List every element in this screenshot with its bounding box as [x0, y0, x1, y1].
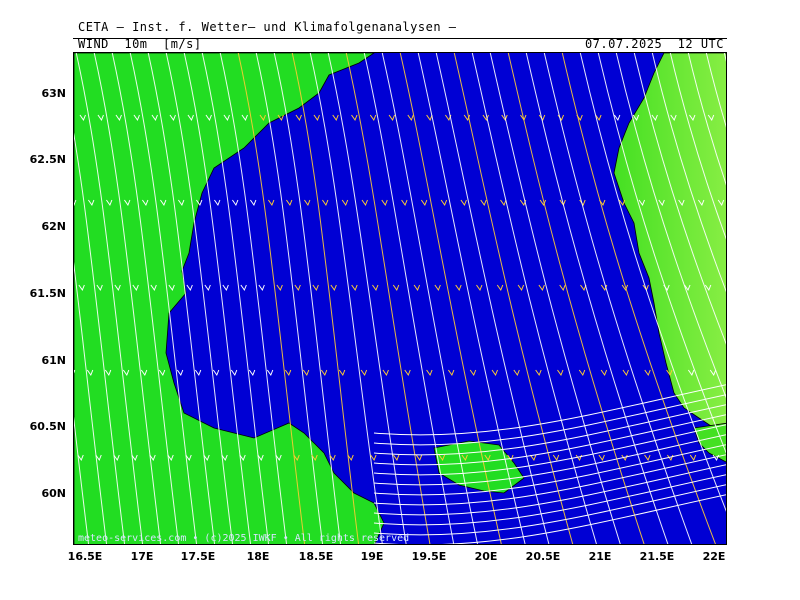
lon-label: 22E [702, 550, 726, 563]
lat-label: 62N [41, 220, 66, 233]
parameter-label: WIND 10m [m/s] [78, 37, 202, 51]
lat-label: 60.5N [29, 420, 66, 433]
lat-label: 61.5N [29, 287, 66, 300]
lon-label: 18.5E [298, 550, 334, 563]
lon-label: 16.5E [67, 550, 103, 563]
lon-label: 20E [474, 550, 498, 563]
lon-label: 19E [360, 550, 384, 563]
map-canvas [74, 53, 726, 544]
wind-map[interactable] [73, 52, 727, 545]
lat-label: 63N [41, 87, 66, 100]
map-title: CETA – Inst. f. Wetter– und Klimafolgena… [78, 20, 457, 34]
copyright-credit: meteo-services.com • (c)2025 IWKF • All … [78, 533, 410, 544]
lon-label: 20.5E [525, 550, 561, 563]
lon-label: 21.5E [639, 550, 675, 563]
lon-label: 18E [246, 550, 270, 563]
valid-time-label: 07.07.2025 12 UTC [584, 37, 724, 51]
lon-label: 17.5E [180, 550, 216, 563]
lon-label: 21E [588, 550, 612, 563]
lat-label: 60N [41, 487, 66, 500]
lat-label: 62.5N [29, 153, 66, 166]
lat-label: 61N [41, 354, 66, 367]
streamline-arrow [725, 285, 726, 286]
lon-label: 19.5E [411, 550, 447, 563]
lon-label: 17E [130, 550, 154, 563]
